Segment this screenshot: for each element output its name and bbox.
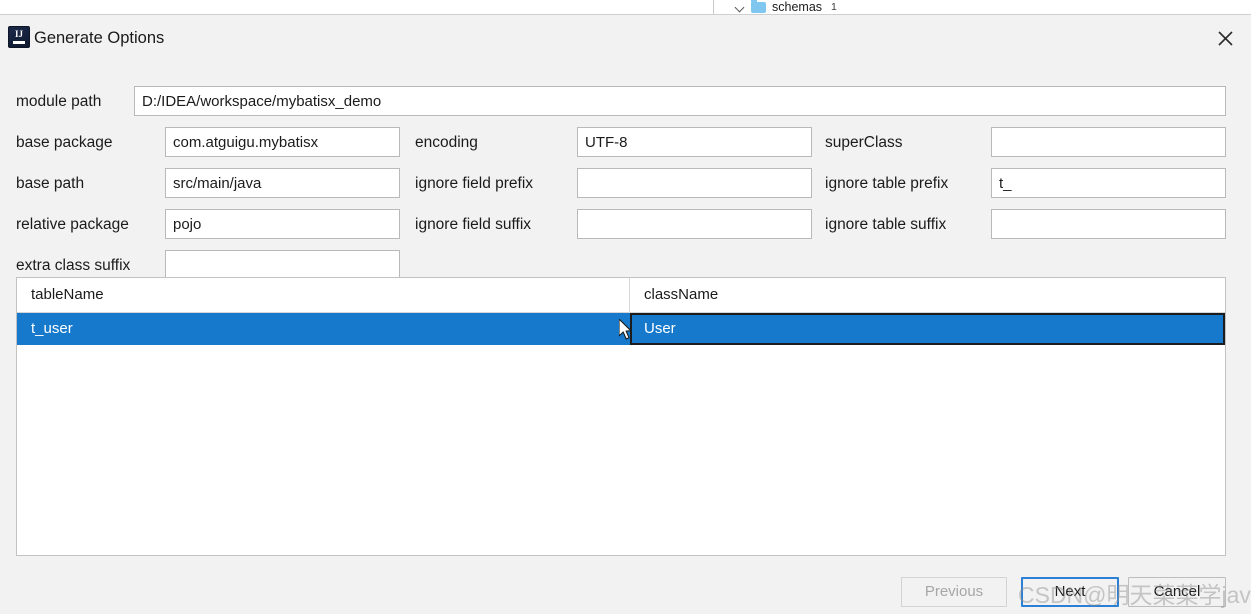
relative-package-input[interactable] bbox=[165, 209, 400, 239]
tables-mapping-table: tableName className t_user User bbox=[16, 277, 1226, 556]
label-ignore-field-suffix: ignore field suffix bbox=[415, 216, 532, 233]
cell-classname[interactable]: User bbox=[630, 313, 1225, 345]
extra-class-suffix-input[interactable] bbox=[165, 250, 400, 280]
label-base-package: base package bbox=[16, 134, 113, 151]
encoding-input[interactable] bbox=[577, 127, 812, 157]
tree-item-label: schemas bbox=[772, 0, 823, 14]
dialog-footer: Previous Next Cancel bbox=[0, 570, 1251, 615]
ignore-table-suffix-input[interactable] bbox=[991, 209, 1226, 239]
next-button[interactable]: Next bbox=[1021, 577, 1119, 607]
label-relative-package: relative package bbox=[16, 216, 129, 233]
ignore-field-prefix-input[interactable] bbox=[577, 168, 812, 198]
label-ignore-field-prefix: ignore field prefix bbox=[415, 175, 534, 192]
label-ignore-table-suffix: ignore table suffix bbox=[825, 216, 947, 233]
label-extra-class-suffix: extra class suffix bbox=[16, 257, 131, 274]
dialog-titlebar: IJ Generate Options bbox=[0, 15, 1251, 59]
cell-tablename[interactable]: t_user bbox=[17, 313, 630, 345]
tree-item-schemas[interactable]: schemas 1 bbox=[713, 0, 837, 14]
label-base-path: base path bbox=[16, 175, 85, 192]
module-path-input[interactable] bbox=[134, 86, 1226, 116]
generate-options-dialog: IJ Generate Options module path base pac… bbox=[0, 14, 1251, 614]
previous-button[interactable]: Previous bbox=[901, 577, 1007, 607]
chevron-down-icon[interactable] bbox=[736, 3, 745, 12]
intellij-idea-icon: IJ bbox=[8, 26, 30, 48]
ignore-table-prefix-input[interactable] bbox=[991, 168, 1226, 198]
generate-options-form: module path base package encoding superC… bbox=[0, 59, 1251, 280]
column-header-tablename[interactable]: tableName bbox=[17, 278, 630, 312]
cancel-button[interactable]: Cancel bbox=[1128, 577, 1226, 607]
super-class-input[interactable] bbox=[991, 127, 1226, 157]
table-header-row: tableName className bbox=[17, 278, 1225, 313]
column-header-classname[interactable]: className bbox=[630, 278, 1225, 312]
tree-item-count: 1 bbox=[831, 1, 837, 13]
table-row[interactable]: t_user User bbox=[17, 313, 1225, 345]
folder-icon bbox=[751, 0, 766, 13]
ide-background-strip: schemas 1 bbox=[0, 0, 1251, 14]
base-path-input[interactable] bbox=[165, 168, 400, 198]
label-ignore-table-prefix: ignore table prefix bbox=[825, 175, 949, 192]
label-super-class: superClass bbox=[825, 134, 903, 151]
tree-guide-line bbox=[713, 0, 714, 14]
dialog-title: Generate Options bbox=[34, 29, 165, 47]
label-module-path: module path bbox=[16, 93, 102, 110]
label-encoding: encoding bbox=[415, 134, 478, 151]
base-package-input[interactable] bbox=[165, 127, 400, 157]
ignore-field-suffix-input[interactable] bbox=[577, 209, 812, 239]
close-icon[interactable] bbox=[1209, 23, 1241, 53]
table-empty-area bbox=[17, 345, 1225, 555]
